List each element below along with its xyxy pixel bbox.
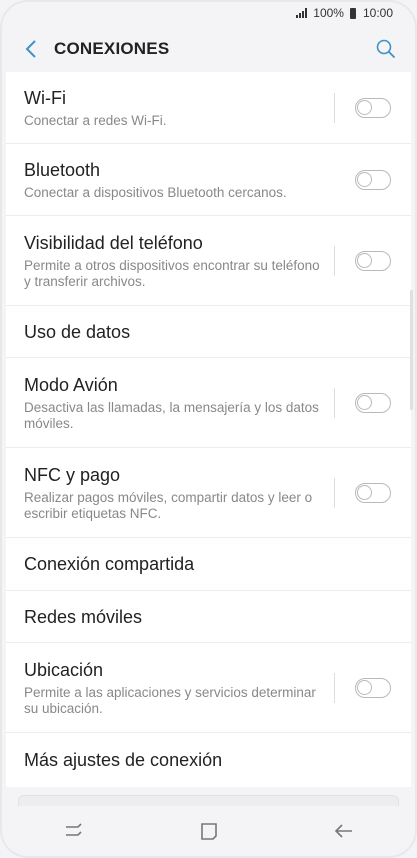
settings-item-mobile-networks[interactable]: Redes móviles xyxy=(6,591,411,643)
item-label: Conexión compartida xyxy=(24,554,195,574)
settings-item-nfc[interactable]: NFC y pago Realizar pagos móviles, compa… xyxy=(6,448,411,538)
item-label: Redes móviles xyxy=(24,606,143,627)
signal-icon xyxy=(296,8,308,18)
clock: 10:00 xyxy=(362,6,393,20)
settings-item-more-connection[interactable]: Más ajustes de conexión xyxy=(6,733,411,787)
page-title: CONEXIONES xyxy=(54,39,170,58)
wifi-toggle[interactable] xyxy=(355,97,391,118)
back-arrow-icon[interactable] xyxy=(332,819,356,843)
item-description: Conectar a dispositivos Bluetooth cercan… xyxy=(24,184,287,200)
item-description: Permite a otros dispositivos encontrar s… xyxy=(24,257,320,289)
search-icon[interactable] xyxy=(375,38,397,60)
item-description: Realizar pagos móviles, compartir datos … xyxy=(24,489,313,521)
navigation-bar xyxy=(6,806,411,856)
settings-item-data-usage[interactable]: Uso de datos xyxy=(6,306,411,358)
settings-item-tethering[interactable]: Conexión compartida xyxy=(6,538,411,591)
location-toggle[interactable] xyxy=(355,677,391,698)
settings-item-visibility[interactable]: Visibilidad del teléfono Permite a otros… xyxy=(6,216,411,306)
divider xyxy=(334,672,335,703)
scrollbar[interactable] xyxy=(410,290,413,410)
item-label: Uso de datos xyxy=(24,321,131,342)
bluetooth-toggle[interactable] xyxy=(355,169,391,190)
item-label: Wi-Fi xyxy=(24,87,66,108)
chevron-left-icon[interactable] xyxy=(20,38,42,60)
item-description: Conectar a redes Wi-Fi. xyxy=(24,112,167,128)
settings-item-bluetooth[interactable]: Bluetooth Conectar a dispositivos Blueto… xyxy=(6,144,411,216)
settings-list: Wi-Fi Conectar a redes Wi-Fi. Bluetooth … xyxy=(6,72,411,787)
visibility-toggle[interactable] xyxy=(355,250,391,271)
nfc-toggle[interactable] xyxy=(355,482,391,503)
divider xyxy=(334,387,335,418)
item-label: Más ajustes de conexión xyxy=(24,750,223,770)
item-label: Bluetooth xyxy=(24,159,101,180)
item-label: Ubicación xyxy=(24,659,104,680)
settings-item-location[interactable]: Ubicación Permite a las aplicaciones y s… xyxy=(6,643,411,733)
airplane-toggle[interactable] xyxy=(355,392,391,413)
settings-item-airplane[interactable]: Modo Avión Desactiva las llamadas, la me… xyxy=(6,358,411,448)
item-label: Modo Avión xyxy=(24,374,118,395)
divider xyxy=(334,477,335,508)
settings-item-wifi[interactable]: Wi-Fi Conectar a redes Wi-Fi. xyxy=(6,72,411,144)
battery-icon xyxy=(349,7,356,19)
divider xyxy=(334,245,335,276)
item-label: Visibilidad del teléfono xyxy=(24,232,203,253)
divider xyxy=(334,92,335,123)
item-description: Permite a las aplicaciones y servicios d… xyxy=(24,684,316,716)
item-label: NFC y pago xyxy=(24,464,121,485)
app-header: CONEXIONES xyxy=(6,26,411,72)
recents-icon[interactable] xyxy=(62,819,86,843)
home-icon[interactable] xyxy=(197,819,221,843)
item-description: Desactiva las llamadas, la mensajería y … xyxy=(24,399,319,431)
status-bar: 100% 10:00 xyxy=(0,0,417,26)
battery-percent: 100% xyxy=(313,6,344,20)
